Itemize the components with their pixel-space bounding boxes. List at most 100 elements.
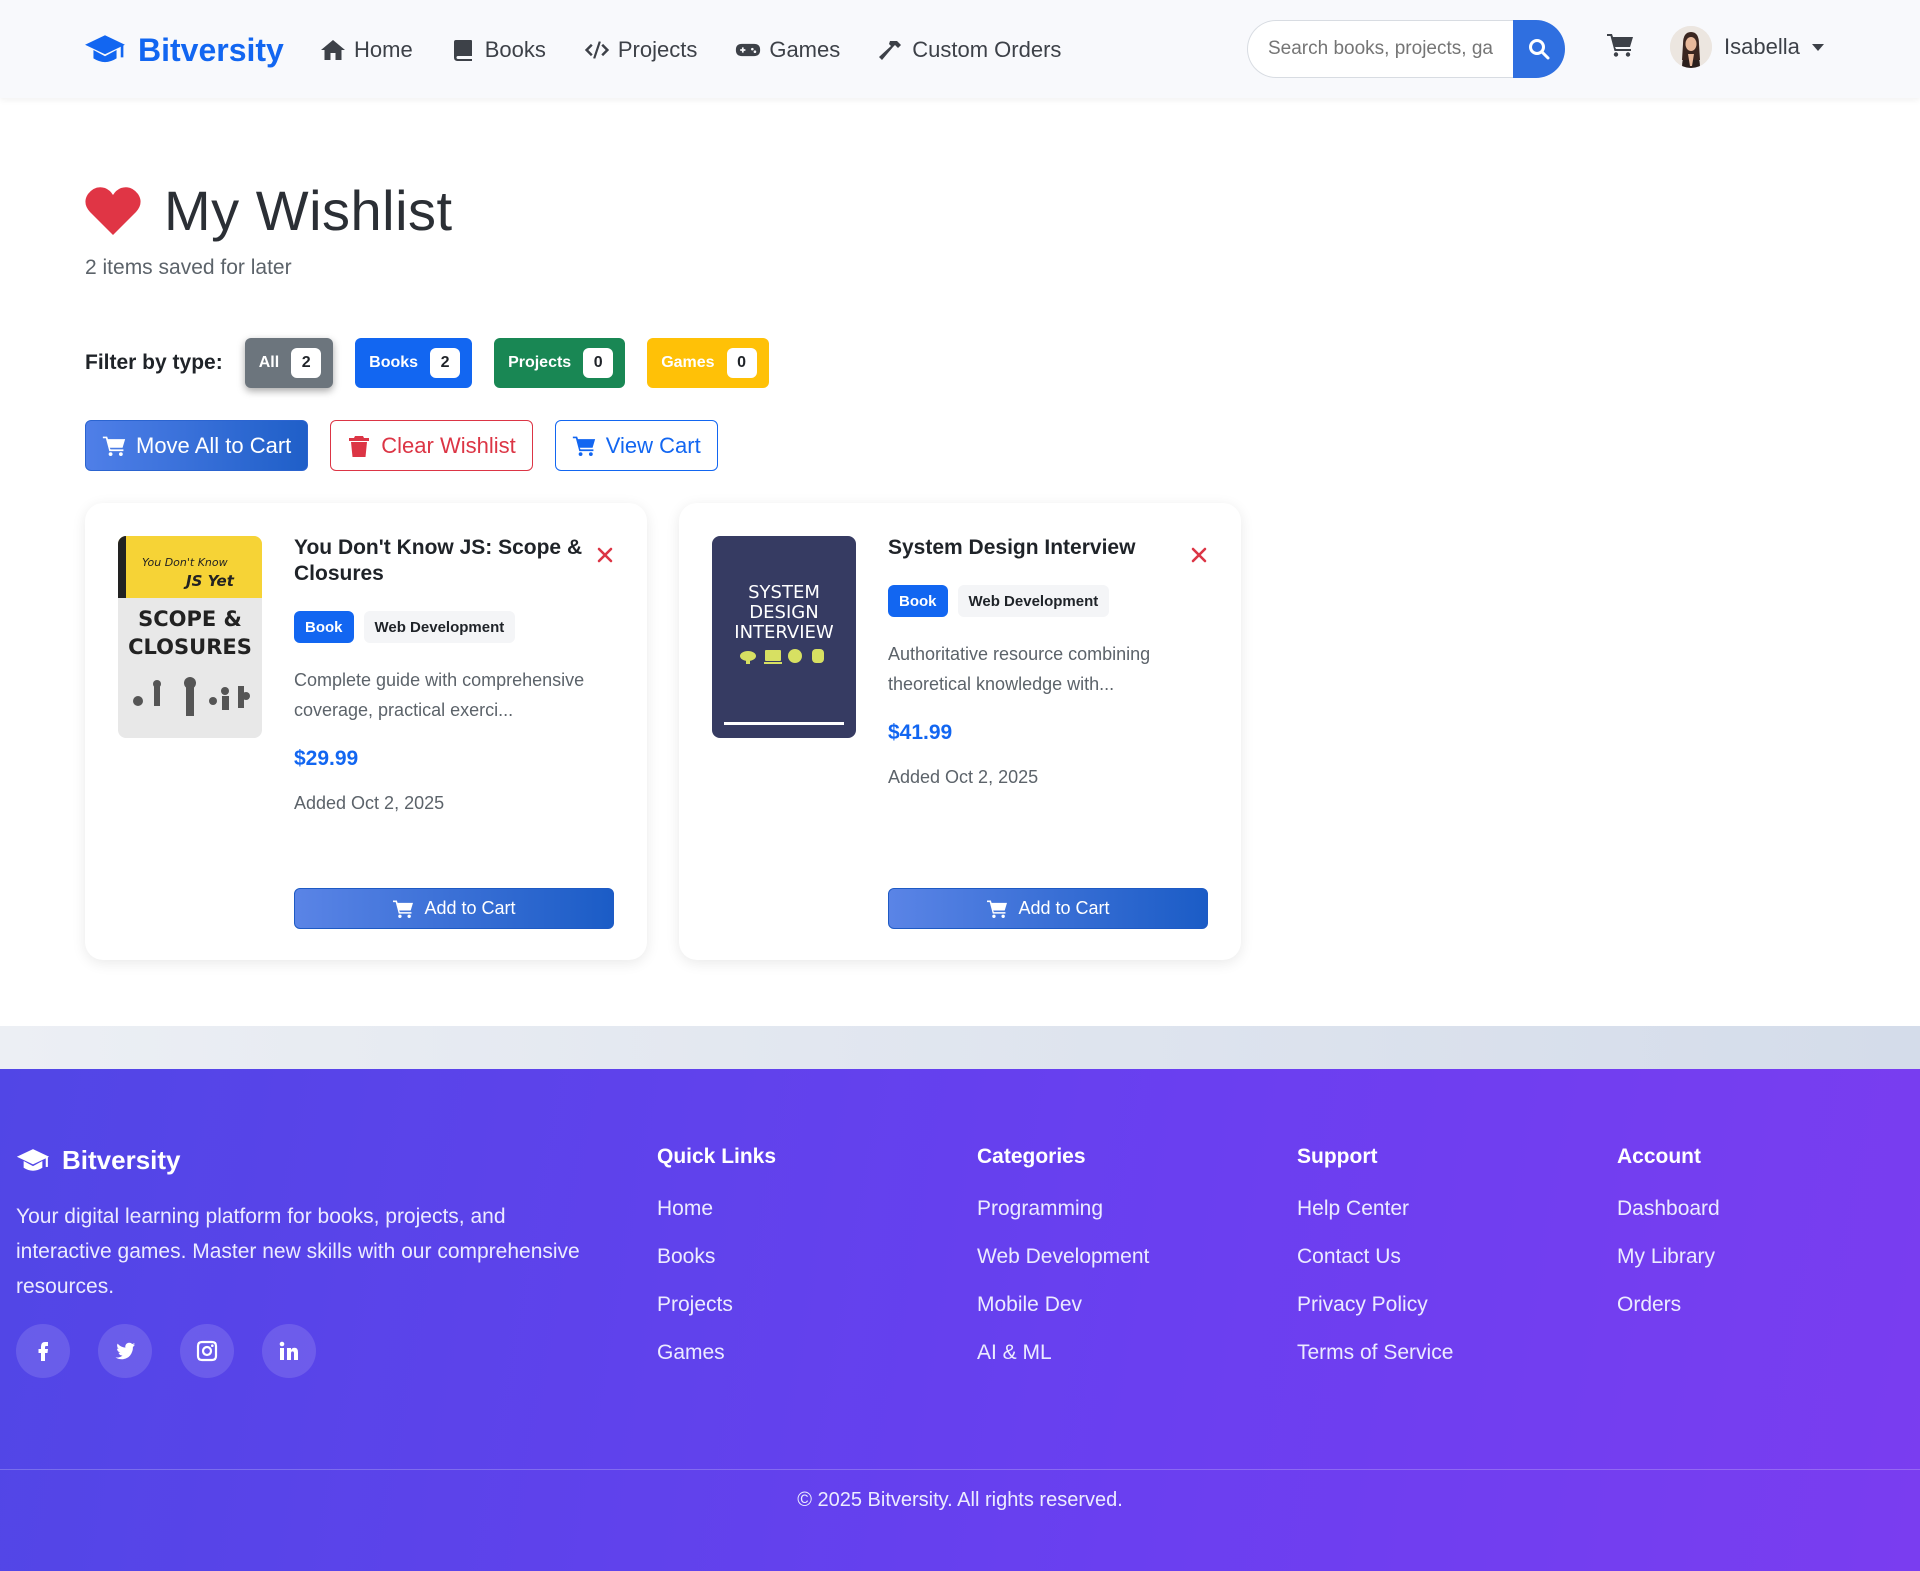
close-icon <box>1191 547 1207 563</box>
add-to-cart-button[interactable]: Add to Cart <box>888 888 1208 929</box>
filter-all-label: All <box>258 354 280 371</box>
instagram-icon <box>196 1340 218 1362</box>
filter-books-label: Books <box>369 354 419 371</box>
graduation-cap-icon <box>16 1148 50 1171</box>
footer-col-heading: Support <box>1297 1145 1378 1168</box>
add-to-cart-label: Add to Cart <box>1018 898 1110 918</box>
move-all-label: Move All to Cart <box>136 432 292 458</box>
instagram-link[interactable] <box>180 1324 234 1378</box>
brand-name: Bitversity <box>138 31 284 68</box>
item-title[interactable]: You Don't Know JS: Scope & Closures <box>294 535 584 587</box>
clear-wishlist-button[interactable]: Clear Wishlist <box>330 420 533 471</box>
filter-label: Filter by type: <box>85 351 223 374</box>
facebook-link[interactable] <box>16 1324 70 1378</box>
item-title[interactable]: System Design Interview <box>888 535 1178 561</box>
navbar: Bitversity Home Books Projects Games Cus… <box>0 0 1920 98</box>
item-details: System Design Interview Book Web Develop… <box>888 535 1210 788</box>
cover-art-system-design: SYSTEM DESIGN INTERVIEW <box>712 536 856 738</box>
search-form <box>1247 20 1565 78</box>
filter-games-button[interactable]: Games 0 <box>647 338 769 388</box>
nav-cart-link[interactable] <box>1606 32 1634 60</box>
nav-home-link[interactable]: Home <box>320 30 413 70</box>
nav-custom-orders-link[interactable]: Custom Orders <box>878 30 1061 70</box>
item-added-date: Added Oct 2, 2025 <box>294 793 445 813</box>
filter-projects-button[interactable]: Projects 0 <box>494 338 626 388</box>
footer-col-heading: Categories <box>977 1145 1086 1168</box>
linkedin-icon <box>279 1341 298 1360</box>
filter-all-button[interactable]: All 2 <box>244 338 334 388</box>
filter-bar: Filter by type: All 2 Books 2 Projects 0… <box>85 338 769 388</box>
view-cart-button[interactable]: View Cart <box>554 420 718 471</box>
footer-link-orders[interactable]: Orders <box>1617 1293 1720 1317</box>
copyright-text: © 2025 Bitversity. All rights reserved. <box>797 1489 1123 1511</box>
book-cover-image[interactable]: You Don't Know JS Yet SCOPE & CLOSURES <box>118 536 262 738</box>
footer-link-programming[interactable]: Programming <box>977 1197 1149 1221</box>
code-icon <box>584 41 609 59</box>
footer-link-my-library[interactable]: My Library <box>1617 1245 1720 1269</box>
book-cover-image[interactable]: SYSTEM DESIGN INTERVIEW <box>712 536 856 738</box>
footer-link-books[interactable]: Books <box>657 1245 776 1269</box>
footer-col-heading: Quick Links <box>657 1145 777 1168</box>
add-to-cart-label: Add to Cart <box>424 898 516 918</box>
item-added-date: Added Oct 2, 2025 <box>888 767 1039 787</box>
twitter-link[interactable] <box>98 1324 152 1378</box>
footer-link-contact-us[interactable]: Contact Us <box>1297 1245 1453 1269</box>
nav-games-link[interactable]: Games <box>735 30 840 70</box>
nav-links: Home Books Projects Games Custom Orders <box>320 30 1061 70</box>
category-badge: Web Development <box>363 611 516 643</box>
remove-item-button[interactable] <box>1189 545 1209 565</box>
footer-col-account: Account Dashboard My Library Orders <box>1617 1145 1720 1341</box>
cover-line-1: SYSTEM <box>748 582 820 603</box>
footer-link-privacy-policy[interactable]: Privacy Policy <box>1297 1293 1453 1317</box>
brand-logo[interactable]: Bitversity <box>84 28 284 72</box>
nav-books-link[interactable]: Books <box>451 30 546 70</box>
filter-books-button[interactable]: Books 2 <box>355 338 473 388</box>
user-menu[interactable]: Isabella <box>1670 26 1824 68</box>
footer-col-support: Support Help Center Contact Us Privacy P… <box>1297 1145 1453 1389</box>
footer-link-projects[interactable]: Projects <box>657 1293 776 1317</box>
filter-projects-label: Projects <box>508 354 572 371</box>
item-badges: Book Web Development <box>888 585 1210 617</box>
footer-link-home[interactable]: Home <box>657 1197 776 1221</box>
search-button[interactable] <box>1513 20 1565 78</box>
nav-projects-link[interactable]: Projects <box>584 30 697 70</box>
item-price: $41.99 <box>888 721 953 744</box>
footer-link-ai-ml[interactable]: AI & ML <box>977 1341 1149 1365</box>
filter-projects-count: 0 <box>583 348 614 378</box>
footer-link-web-development[interactable]: Web Development <box>977 1245 1149 1269</box>
footer-link-games[interactable]: Games <box>657 1341 776 1365</box>
cover-line-2: DESIGN <box>749 602 818 623</box>
page-title: My Wishlist <box>164 179 453 242</box>
user-photo-icon <box>1670 26 1712 68</box>
footer-link-mobile-dev[interactable]: Mobile Dev <box>977 1293 1149 1317</box>
cart-icon <box>987 900 1008 918</box>
cart-icon <box>393 900 414 918</box>
linkedin-link[interactable] <box>262 1324 316 1378</box>
item-description: Authoritative resource combining theoret… <box>888 644 1151 694</box>
wishlist-item-card: SYSTEM DESIGN INTERVIEW System Design In… <box>679 503 1241 960</box>
filter-books-count: 2 <box>430 348 461 378</box>
search-input[interactable] <box>1247 20 1513 78</box>
user-name: Isabella <box>1724 34 1800 59</box>
footer-separator <box>0 1026 1920 1069</box>
nav-custom-orders-label: Custom Orders <box>912 37 1062 62</box>
footer-link-terms-of-service[interactable]: Terms of Service <box>1297 1341 1453 1365</box>
cover-yet-text: JS Yet <box>183 572 235 590</box>
filter-games-count: 0 <box>726 348 757 378</box>
footer-col-heading: Account <box>1617 1145 1701 1168</box>
move-all-to-cart-button[interactable]: Move All to Cart <box>85 420 309 471</box>
footer: Bitversity Your digital learning platfor… <box>0 1069 1920 1571</box>
footer-divider <box>0 1469 1920 1470</box>
item-details: You Don't Know JS: Scope & Closures Book… <box>294 535 616 814</box>
cart-icon <box>1607 34 1633 57</box>
add-to-cart-button[interactable]: Add to Cart <box>294 888 614 929</box>
footer-link-dashboard[interactable]: Dashboard <box>1617 1197 1720 1221</box>
footer-brand[interactable]: Bitversity <box>16 1145 181 1176</box>
avatar <box>1670 26 1712 68</box>
cover-title-line-1: SCOPE & <box>138 607 242 631</box>
clear-wishlist-label: Clear Wishlist <box>381 432 516 458</box>
remove-item-button[interactable] <box>595 545 615 565</box>
footer-link-help-center[interactable]: Help Center <box>1297 1197 1453 1221</box>
twitter-icon <box>115 1342 135 1360</box>
search-icon <box>1529 39 1550 60</box>
